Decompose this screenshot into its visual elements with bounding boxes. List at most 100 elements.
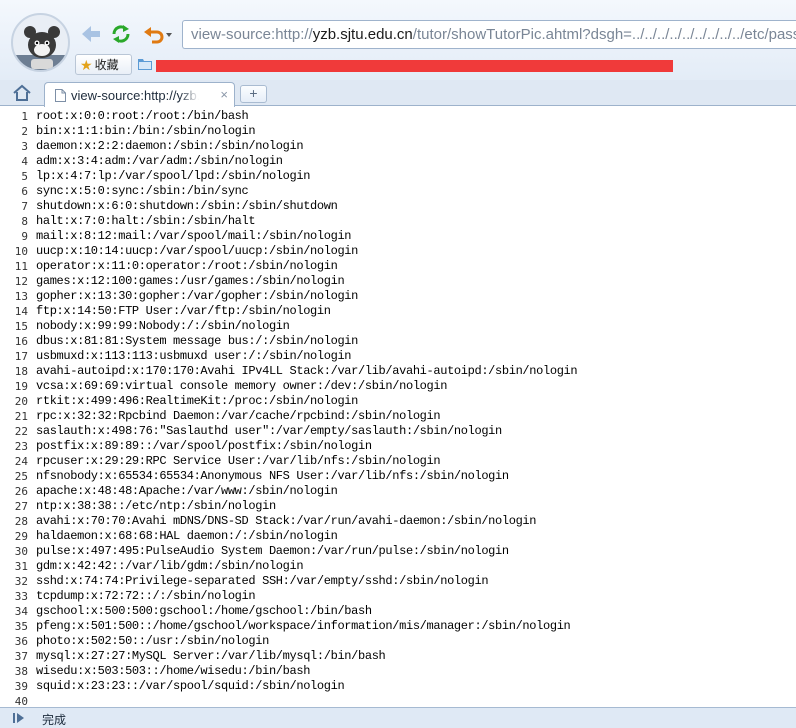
source-line: squid:x:23:23::/var/spool/squid:/sbin/no… xyxy=(36,679,345,693)
line-number: 38 xyxy=(14,665,28,678)
source-line: saslauth:x:498:76:"Saslauthd user":/var/… xyxy=(36,424,502,438)
close-tab-icon[interactable]: × xyxy=(220,87,228,102)
tab-view-source[interactable]: view-source:http://yzb.sjtu.edu.cn/tutor… xyxy=(44,82,235,107)
favorites-button[interactable]: ★ 收藏 xyxy=(75,54,132,75)
source-line: daemon:x:2:2:daemon:/sbin:/sbin/nologin xyxy=(36,139,304,153)
line-number: 9 xyxy=(21,230,28,243)
line-number: 32 xyxy=(14,575,28,588)
status-text: 完成 xyxy=(42,713,67,727)
line-number: 39 xyxy=(14,680,28,693)
refresh-button[interactable] xyxy=(109,22,133,46)
source-line: ntp:x:38:38::/etc/ntp:/sbin/nologin xyxy=(36,499,276,513)
page-icon xyxy=(55,89,66,102)
sidebar-toggle-icon[interactable] xyxy=(12,712,26,724)
source-line: tcpdump:x:72:72::/:/sbin/nologin xyxy=(36,589,256,603)
favorites-label: 收藏 xyxy=(94,58,119,72)
line-number: 23 xyxy=(14,440,28,453)
source-line: rpcuser:x:29:29:RPC Service User:/var/li… xyxy=(36,454,441,468)
line-number: 22 xyxy=(14,425,28,438)
address-prefix: view-source:http:// xyxy=(191,26,313,43)
line-number: 24 xyxy=(14,455,28,468)
line-number: 33 xyxy=(14,590,28,603)
line-number: 31 xyxy=(14,560,28,573)
address-host: yzb.sjtu.edu.cn xyxy=(312,26,413,43)
source-line: usbmuxd:x:113:113:usbmuxd user:/:/sbin/n… xyxy=(36,349,352,363)
source-lines: root:x:0:0:root:/root:/bin/bash bin:x:1:1… xyxy=(36,109,578,707)
source-line: rpc:x:32:32:Rpcbind Daemon:/var/cache/rp… xyxy=(36,409,441,423)
star-icon: ★ xyxy=(80,56,93,73)
source-line: dbus:x:81:81:System message bus:/:/sbin/… xyxy=(36,334,359,348)
line-number: 11 xyxy=(14,260,28,273)
home-icon[interactable] xyxy=(12,84,32,102)
source-line: sshd:x:74:74:Privilege-separated SSH:/va… xyxy=(36,574,489,588)
source-line: adm:x:3:4:adm:/var/adm:/sbin/nologin xyxy=(36,154,283,168)
source-line: uucp:x:10:14:uucp:/var/spool/uucp:/sbin/… xyxy=(36,244,359,258)
line-number: 15 xyxy=(14,320,28,333)
new-tab-button[interactable]: + xyxy=(240,85,267,103)
line-number: 14 xyxy=(14,305,28,318)
line-number: 21 xyxy=(14,410,28,423)
line-number: 19 xyxy=(14,380,28,393)
source-line: photo:x:502:50::/usr:/sbin/nologin xyxy=(36,634,269,648)
line-number: 25 xyxy=(14,470,28,483)
source-line: shutdown:x:6:0:shutdown:/sbin:/sbin/shut… xyxy=(36,199,338,213)
undo-icon xyxy=(144,27,172,44)
source-line: nobody:x:99:99:Nobody:/:/sbin/nologin xyxy=(36,319,290,333)
line-number: 13 xyxy=(14,290,28,303)
tab-title: view-source:http://yzb.sjtu.edu.cn/tutor… xyxy=(71,88,199,103)
refresh-icon xyxy=(112,25,130,43)
line-number: 16 xyxy=(14,335,28,348)
source-line: pulse:x:497:495:PulseAudio System Daemon… xyxy=(36,544,509,558)
line-number: 2 xyxy=(21,125,28,138)
source-line: lp:x:4:7:lp:/var/spool/lpd:/sbin/nologin xyxy=(36,169,311,183)
source-view: 1 2 3 4 5 6 7 8 9 10 11 12 13 14 15 16 17 18 19 20 21 22 23 24 2… xyxy=(0,107,796,707)
user-avatar[interactable] xyxy=(11,13,70,72)
source-line: gopher:x:13:30:gopher:/var/gopher:/sbin/… xyxy=(36,289,359,303)
line-number: 1 xyxy=(21,110,28,123)
undo-close-tab-button[interactable] xyxy=(142,22,174,46)
line-number: 3 xyxy=(21,140,28,153)
line-number: 4 xyxy=(21,155,28,168)
source-line xyxy=(36,694,577,707)
source-line: wisedu:x:503:503::/home/wisedu:/bin/bash xyxy=(36,664,311,678)
line-number: 18 xyxy=(14,365,28,378)
source-line: avahi:x:70:70:Avahi mDNS/DNS-SD Stack:/v… xyxy=(36,514,537,528)
tab-bar: view-source:http://yzb.sjtu.edu.cn/tutor… xyxy=(0,80,796,107)
address-bar[interactable]: view-source:http://yzb.sjtu.edu.cn/tutor… xyxy=(182,20,796,49)
line-number: 30 xyxy=(14,545,28,558)
line-number: 34 xyxy=(14,605,28,618)
source-line: mysql:x:27:27:MySQL Server:/var/lib/mysq… xyxy=(36,649,386,663)
source-line: sync:x:5:0:sync:/sbin:/bin/sync xyxy=(36,184,249,198)
status-bar: 完成 xyxy=(0,707,796,728)
source-line: bin:x:1:1:bin:/bin:/sbin/nologin xyxy=(36,124,256,138)
folder-icon[interactable] xyxy=(138,58,152,70)
source-line: pfeng:x:501:500::/home/gschool/workspace… xyxy=(36,619,571,633)
redacted-bookmarks xyxy=(156,60,673,72)
line-number: 7 xyxy=(21,200,28,213)
line-number: 35 xyxy=(14,620,28,633)
source-line: postfix:x:89:89::/var/spool/postfix:/sbi… xyxy=(36,439,372,453)
source-line: root:x:0:0:root:/root:/bin/bash xyxy=(36,109,249,123)
browser-toolbar: view-source:http://yzb.sjtu.edu.cn/tutor… xyxy=(0,0,796,80)
source-line: operator:x:11:0:operator:/root:/sbin/nol… xyxy=(36,259,338,273)
line-number-gutter: 1 2 3 4 5 6 7 8 9 10 11 12 13 14 15 16 17 18 19 20 21 22 23 24 2… xyxy=(0,109,31,707)
source-line: gdm:x:42:42::/var/lib/gdm:/sbin/nologin xyxy=(36,559,304,573)
source-line: games:x:12:100:games:/usr/games:/sbin/no… xyxy=(36,274,345,288)
line-number: 6 xyxy=(21,185,28,198)
source-line: gschool:x:500:500:gschool:/home/gschool:… xyxy=(36,604,372,618)
line-number: 8 xyxy=(21,215,28,228)
source-line: rtkit:x:499:496:RealtimeKit:/proc:/sbin/… xyxy=(36,394,359,408)
back-button[interactable] xyxy=(79,22,103,46)
source-line: apache:x:48:48:Apache:/var/www:/sbin/nol… xyxy=(36,484,338,498)
source-line: halt:x:7:0:halt:/sbin:/sbin/halt xyxy=(36,214,256,228)
line-number: 37 xyxy=(14,650,28,663)
line-number: 10 xyxy=(14,245,28,258)
source-line: vcsa:x:69:69:virtual console memory owne… xyxy=(36,379,448,393)
line-number: 40 xyxy=(14,695,28,707)
line-number: 27 xyxy=(14,500,28,513)
line-number: 28 xyxy=(14,515,28,528)
source-line: nfsnobody:x:65534:65534:Anonymous NFS Us… xyxy=(36,469,509,483)
line-number: 26 xyxy=(14,485,28,498)
address-path: /tutor/showTutorPic.ahtml?dsgh=../../../… xyxy=(412,26,796,43)
line-number: 29 xyxy=(14,530,28,543)
